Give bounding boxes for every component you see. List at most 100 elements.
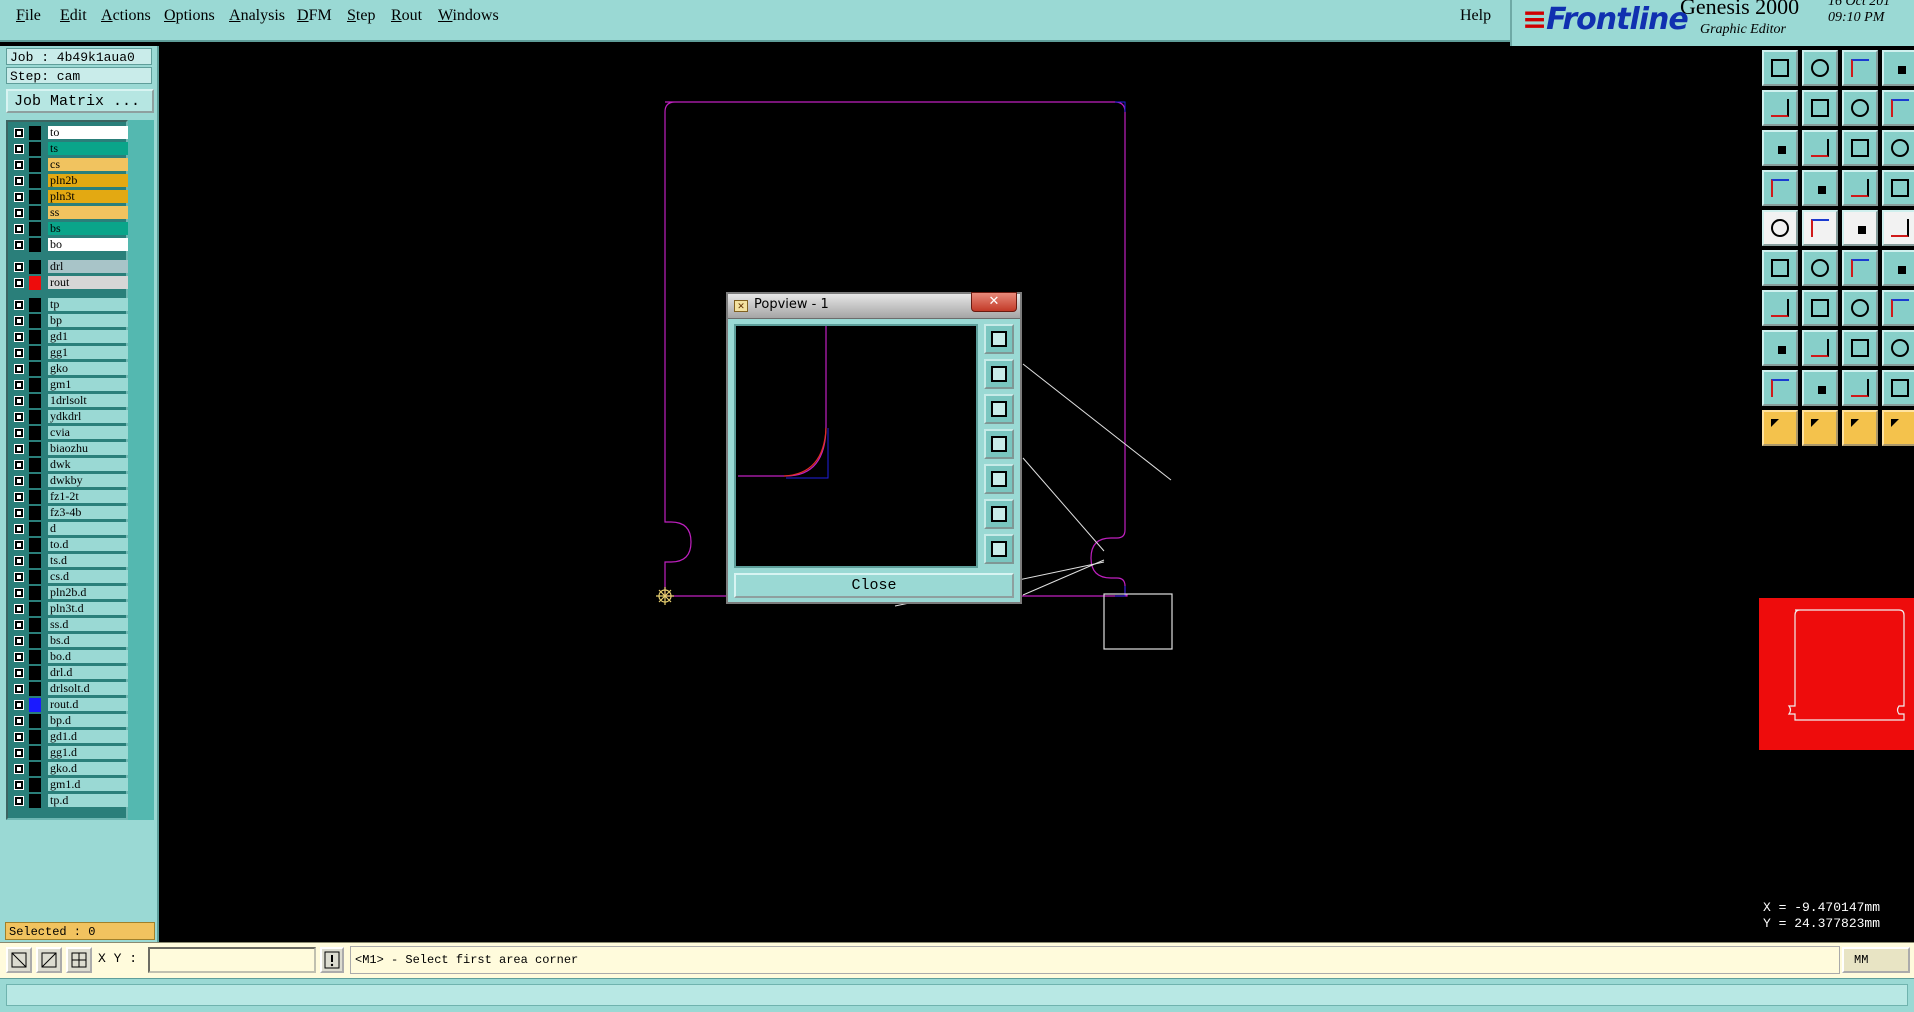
layer-checkbox[interactable] (14, 604, 24, 614)
popview-zoom-view[interactable] (734, 324, 978, 568)
layer-checkbox[interactable] (14, 428, 24, 438)
popview-tool-zoom-window-button[interactable] (984, 324, 1014, 354)
layer-checkbox[interactable] (14, 684, 24, 694)
surface-tool-button[interactable] (1802, 210, 1838, 246)
layer-display-swatch[interactable] (29, 666, 41, 680)
angle-mode-button[interactable] (36, 947, 62, 973)
layer-name[interactable]: gg1 (48, 346, 132, 359)
select-circle-tool-button[interactable] (1842, 410, 1878, 446)
layer-display-swatch[interactable] (29, 410, 41, 424)
popview-tool-layer-down-button[interactable] (984, 394, 1014, 424)
layer-name[interactable]: gm1.d (48, 778, 132, 791)
layer-row[interactable]: bs.d (12, 634, 132, 648)
layer-display-swatch[interactable] (29, 142, 41, 156)
layer-display-swatch[interactable] (29, 458, 41, 472)
arc-tool-button[interactable] (1842, 290, 1878, 326)
layer-display-swatch[interactable] (29, 206, 41, 220)
layer-name[interactable]: ts.d (48, 554, 132, 567)
layer-row[interactable]: gd1 (12, 330, 132, 344)
layer-row[interactable]: bo (12, 238, 132, 252)
xy-input[interactable] (148, 947, 316, 973)
layer-row[interactable]: rout (12, 276, 132, 290)
select-box-tool-button[interactable] (1802, 410, 1838, 446)
copy-tool-button[interactable] (1882, 330, 1914, 366)
layer-row[interactable]: gd1.d (12, 730, 132, 744)
layer-row[interactable]: fz3-4b (12, 506, 132, 520)
layer-checkbox[interactable] (14, 732, 24, 742)
layer-row[interactable]: gko.d (12, 762, 132, 776)
layer-checkbox[interactable] (14, 160, 24, 170)
popview-titlebar[interactable]: ✕ Popview - 1 ✕ (728, 292, 1020, 319)
layer-name[interactable]: gm1 (48, 378, 132, 391)
layer-row[interactable]: gm1 (12, 378, 132, 392)
layer-name[interactable]: cvia (48, 426, 132, 439)
layer-row[interactable]: gko (12, 362, 132, 376)
menu-analysis[interactable]: Analysis (229, 0, 285, 34)
layer-checkbox[interactable] (14, 668, 24, 678)
popview-tool-zoom-home-button[interactable] (984, 499, 1014, 529)
layer-name[interactable]: cs.d (48, 570, 132, 583)
layer-display-swatch[interactable] (29, 314, 41, 328)
layer-name[interactable]: pln2b (48, 174, 132, 187)
layer-checkbox[interactable] (14, 716, 24, 726)
layer-row[interactable]: cs.d (12, 570, 132, 584)
net-tool-button[interactable] (1842, 170, 1878, 206)
layer-name[interactable]: ts (48, 142, 132, 155)
layer-row[interactable]: bs (12, 222, 132, 236)
layer-row[interactable]: drl.d (12, 666, 132, 680)
layer-row[interactable]: bo.d (12, 650, 132, 664)
menu-file[interactable]: File (16, 0, 41, 34)
layer-list-scroll-area[interactable] (128, 120, 154, 820)
measure-tool-button[interactable] (1762, 170, 1798, 206)
pan-right-tool-button[interactable] (1802, 90, 1838, 126)
layer-name[interactable]: pln3t.d (48, 602, 132, 615)
layer-name[interactable]: bo (48, 238, 132, 251)
layer-checkbox[interactable] (14, 748, 24, 758)
layer-checkbox[interactable] (14, 332, 24, 342)
layer-checkbox[interactable] (14, 176, 24, 186)
menu-actions[interactable]: Actions (101, 0, 151, 34)
layer-row[interactable]: pln3t (12, 190, 132, 204)
layer-row[interactable]: 1drlsolt (12, 394, 132, 408)
layer-row[interactable]: gg1 (12, 346, 132, 360)
layer-display-swatch[interactable] (29, 698, 41, 712)
layer-checkbox[interactable] (14, 620, 24, 630)
menu-step[interactable]: Step (347, 0, 375, 34)
layer-checkbox[interactable] (14, 278, 24, 288)
dot-tool-button[interactable] (1882, 210, 1914, 246)
layer-row[interactable]: bp.d (12, 714, 132, 728)
layer-display-swatch[interactable] (29, 586, 41, 600)
layer-row[interactable]: biaozhu (12, 442, 132, 456)
layer-display-swatch[interactable] (29, 442, 41, 456)
fit-vertical-tool-button[interactable] (1762, 130, 1798, 166)
swap-tool-button[interactable] (1842, 90, 1878, 126)
layer-row[interactable]: ydkdrl (12, 410, 132, 424)
layer-checkbox[interactable] (14, 556, 24, 566)
layer-name[interactable]: dwk (48, 458, 132, 471)
triangle-a-tool-button[interactable] (1802, 370, 1838, 406)
layer-name[interactable]: fz3-4b (48, 506, 132, 519)
grid-mode-button[interactable] (66, 947, 92, 973)
layer-row[interactable]: cs (12, 158, 132, 172)
layer-display-swatch[interactable] (29, 714, 41, 728)
layer-name[interactable]: pln3t (48, 190, 132, 203)
window-close-button[interactable]: ✕ (971, 292, 1017, 312)
layer-display-swatch[interactable] (29, 474, 41, 488)
layer-checkbox[interactable] (14, 636, 24, 646)
layer-display-swatch[interactable] (29, 378, 41, 392)
menu-options[interactable]: Options (164, 0, 215, 34)
job-matrix-button[interactable]: Job Matrix ... (6, 89, 154, 113)
layer-checkbox[interactable] (14, 192, 24, 202)
angle-tool-button[interactable] (1762, 290, 1798, 326)
layer-row[interactable]: pln3t.d (12, 602, 132, 616)
layer-checkbox[interactable] (14, 208, 24, 218)
menu-dfm[interactable]: DFM (297, 0, 332, 34)
layer-display-swatch[interactable] (29, 190, 41, 204)
layer-name[interactable]: drl.d (48, 666, 132, 679)
layer-name[interactable]: to.d (48, 538, 132, 551)
layer-checkbox[interactable] (14, 700, 24, 710)
layer-name[interactable]: bp (48, 314, 132, 327)
layer-checkbox[interactable] (14, 588, 24, 598)
layer-checkbox[interactable] (14, 144, 24, 154)
layer-display-swatch[interactable] (29, 522, 41, 536)
